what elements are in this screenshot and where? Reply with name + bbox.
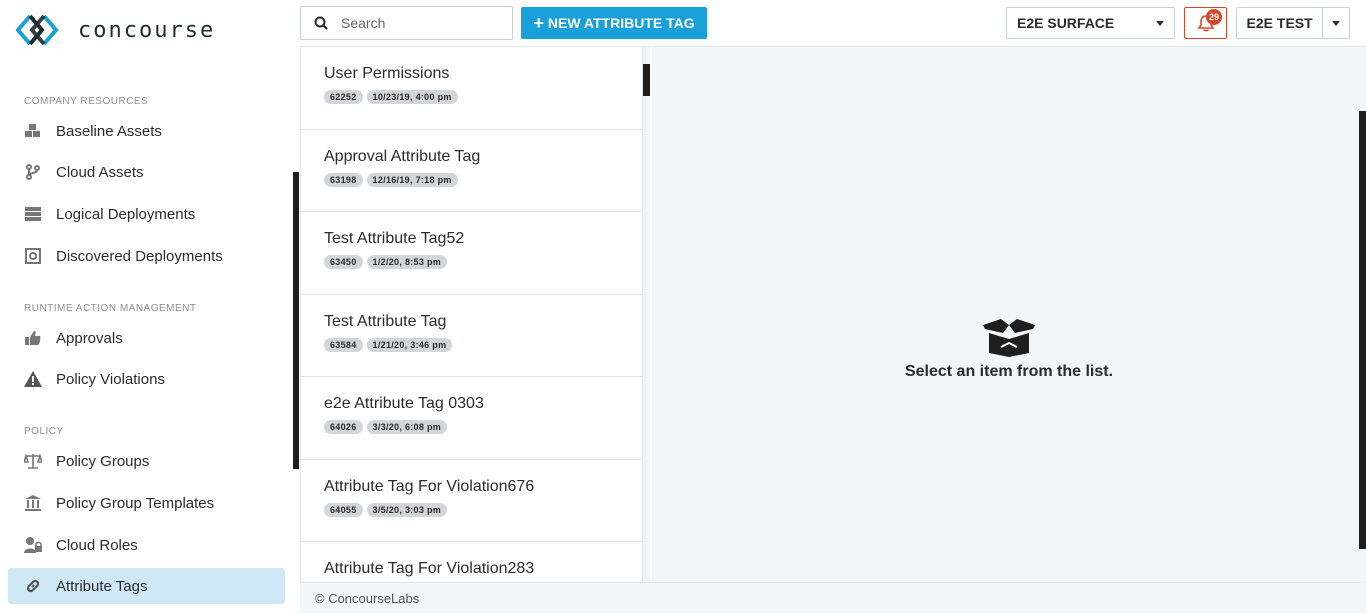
sidebar-item-label: Discovered Deployments [56, 247, 223, 265]
logo[interactable]: concourse [16, 12, 215, 48]
list-item[interactable]: Test Attribute Tag52 63450 1/2/20, 8:53 p… [301, 212, 642, 295]
section-title-policy: POLICY [24, 426, 64, 437]
sidebar-item-policy-group-templates[interactable]: Policy Group Templates [8, 485, 285, 521]
plus-icon: + [533, 13, 544, 33]
list-item-title: Attribute Tag For Violation676 [324, 477, 535, 495]
attribute-tag-list: User Permissions 62252 10/23/19, 4:00 pm … [300, 47, 643, 582]
sidebar-item-approvals[interactable]: Approvals [8, 320, 285, 356]
date-badge: 3/5/20, 3:03 pm [366, 502, 448, 517]
sidebar-item-policy-groups[interactable]: Policy Groups [8, 443, 285, 479]
user-menu[interactable]: E2E TEST [1236, 7, 1350, 39]
sidebar: concourse COMPANY RESOURCES Baseline Ass… [0, 0, 300, 613]
thumbs-up-icon [24, 329, 42, 347]
new-attribute-tag-label: NEW ATTRIBUTE TAG [547, 15, 695, 31]
id-badge: 64055 [324, 502, 363, 517]
date-badge: 1/21/20, 3:46 pm [366, 337, 453, 352]
list-item[interactable]: Approval Attribute Tag 63198 12/16/19, 7:… [301, 130, 642, 212]
date-badge: 1/2/20, 8:53 pm [366, 255, 448, 269]
sidebar-item-logical-deployments[interactable]: Logical Deployments [8, 196, 285, 232]
list-item-title: Attribute Tag For Violation283 [324, 560, 535, 577]
discovered-icon [24, 247, 42, 265]
concourse-logo-icon [16, 14, 59, 46]
sidebar-item-label: Policy Groups [56, 452, 150, 470]
sidebar-item-label: Attribute Tags [56, 577, 148, 595]
id-badge: 62252 [324, 90, 363, 104]
search-icon [301, 16, 341, 30]
sidebar-item-discovered-deployments[interactable]: Discovered Deployments [8, 238, 285, 274]
bank-icon [24, 494, 42, 512]
date-badge: 10/23/19, 4:00 pm [366, 90, 458, 104]
chevron-down-icon [1332, 20, 1341, 26]
list-item-title: e2e Attribute Tag 0303 [324, 395, 484, 412]
chevron-down-icon [1156, 21, 1164, 26]
detail-panel: Select an item from the list. [652, 47, 1366, 582]
scale-icon [24, 452, 42, 470]
list-scrollbar-track[interactable] [643, 47, 650, 582]
logo-text: concourse [78, 17, 216, 43]
list-item-title: Test Attribute Tag52 [324, 230, 465, 247]
sidebar-item-label: Approvals [56, 329, 123, 347]
section-title-runtime-action-management: RUNTIME ACTION MANAGEMENT [24, 303, 197, 314]
cubes-icon [24, 122, 42, 140]
search-box[interactable] [300, 6, 513, 40]
sidebar-item-label: Cloud Roles [56, 536, 138, 554]
list-item-title: Test Attribute Tag [324, 312, 447, 330]
user-menu-toggle[interactable] [1323, 20, 1349, 26]
list-item[interactable]: Attribute Tag For Violation676 64055 3/5/… [301, 460, 642, 542]
sidebar-item-label: Cloud Assets [56, 163, 144, 181]
sidebar-item-cloud-assets[interactable]: Cloud Assets [8, 154, 285, 190]
section-title-company-resources: COMPANY RESOURCES [24, 96, 149, 107]
footer: © ConcourseLabs [300, 582, 1366, 613]
server-icon [24, 205, 42, 223]
top-bar: + NEW ATTRIBUTE TAG E2E SURFACE 29 E2E T… [300, 0, 1366, 47]
sidebar-item-cloud-roles[interactable]: Cloud Roles [8, 527, 285, 563]
link-icon [24, 577, 42, 595]
list-item-title: Approval Attribute Tag [324, 147, 481, 165]
id-badge: 64026 [324, 420, 363, 434]
sidebar-item-label: Policy Group Templates [56, 494, 215, 512]
user-lock-icon [24, 536, 42, 554]
id-badge: 63450 [324, 255, 363, 269]
empty-state-message: Select an item from the list. [904, 363, 1114, 380]
list-item[interactable]: e2e Attribute Tag 0303 64026 3/3/20, 6:08… [301, 377, 642, 460]
detail-scrollbar[interactable] [1359, 111, 1366, 549]
search-input[interactable] [341, 15, 501, 31]
notifications-button[interactable]: 29 [1184, 7, 1227, 39]
new-attribute-tag-button[interactable]: + NEW ATTRIBUTE TAG [521, 7, 707, 39]
user-name: E2E TEST [1237, 8, 1324, 38]
sidebar-scrollbar[interactable] [293, 172, 299, 469]
list-item-title: User Permissions [324, 65, 450, 82]
copyright-text: © ConcourseLabs [315, 591, 420, 606]
sidebar-item-label: Logical Deployments [56, 205, 196, 223]
id-badge: 63584 [324, 337, 363, 352]
date-badge: 12/16/19, 7:18 pm [366, 172, 458, 187]
id-badge: 63198 [324, 172, 363, 187]
list-item[interactable]: Test Attribute Tag 63584 1/21/20, 3:46 pm [301, 295, 642, 377]
empty-state: Select an item from the list. [652, 319, 1366, 381]
environment-value: E2E SURFACE [1017, 15, 1115, 31]
notification-count-badge: 29 [1206, 9, 1222, 25]
sidebar-item-baseline-assets[interactable]: Baseline Assets [8, 113, 285, 149]
sidebar-item-label: Policy Violations [56, 370, 165, 388]
environment-select[interactable]: E2E SURFACE [1006, 7, 1175, 39]
open-box-icon [983, 319, 1035, 357]
list-item[interactable]: User Permissions 62252 10/23/19, 4:00 pm [301, 47, 642, 130]
list-item[interactable]: Attribute Tag For Violation283 [301, 542, 642, 582]
date-badge: 3/3/20, 6:08 pm [366, 420, 448, 434]
sidebar-item-policy-violations[interactable]: Policy Violations [8, 361, 285, 397]
warning-icon [24, 370, 42, 388]
list-scrollbar[interactable] [643, 64, 650, 96]
sidebar-item-attribute-tags[interactable]: Attribute Tags [8, 568, 285, 604]
sidebar-item-label: Baseline Assets [56, 122, 162, 140]
code-branch-icon [24, 163, 42, 181]
